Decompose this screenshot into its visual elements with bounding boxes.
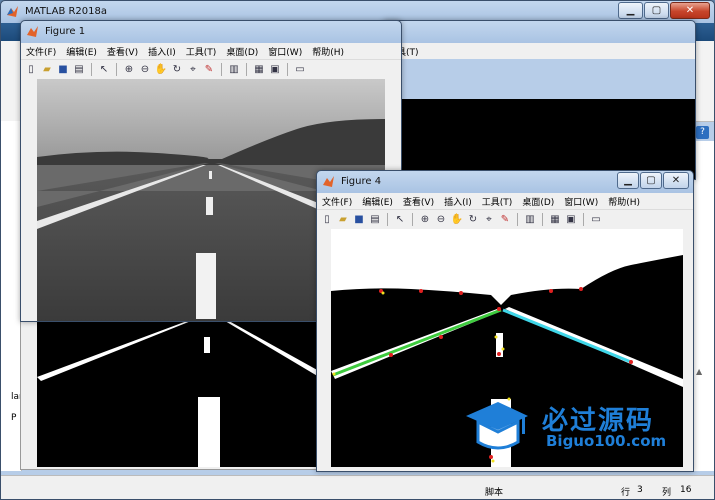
matlab-statusbar: 脚本 行 3 列 16 [1,475,714,499]
figure-window-background: 工具(T) [382,20,696,180]
figure-1-title: Figure 1 [45,26,86,37]
save-icon[interactable]: ■ [352,213,366,227]
figure-1-toolbar: ▯ ▰ ■ ▤ ↖ ⊕ ⊖ ✋ ↻ ⌖ ✎ ▥ ▦ ▣ ▭ [21,59,401,80]
new-file-icon[interactable]: ▯ [24,63,38,77]
menu-desktop[interactable]: 桌面(D) [221,45,263,58]
figure-4-minimize-button[interactable]: ▁ [617,172,639,189]
menu-file[interactable]: 文件(F) [317,195,357,208]
zoom-in-icon[interactable]: ⊕ [418,213,432,227]
zoom-out-icon[interactable]: ⊖ [138,63,152,77]
figure-4-menubar: 文件(F) 编辑(E) 查看(V) 插入(I) 工具(T) 桌面(D) 窗口(W… [317,193,693,209]
menu-window[interactable]: 窗口(W) [263,45,307,58]
status-col-label: 列 [662,488,672,498]
graduation-cap-icon [466,402,528,450]
figure-1-menubar: 文件(F) 编辑(E) 查看(V) 插入(I) 工具(T) 桌面(D) 窗口(W… [21,43,401,59]
legend-icon[interactable]: ▦ [548,213,562,227]
menu-help[interactable]: 帮助(H) [307,45,349,58]
menu-edit[interactable]: 编辑(E) [357,195,398,208]
print-icon[interactable]: ▤ [368,213,382,227]
open-icon[interactable]: ▰ [336,213,350,227]
menu-view[interactable]: 查看(V) [398,195,439,208]
brush-icon[interactable]: ✎ [202,63,216,77]
hide-plot-tools-icon[interactable]: ▣ [564,213,578,227]
data-cursor-icon[interactable]: ⌖ [482,213,496,227]
background-figure-canvas [383,99,695,179]
figure-icon [323,176,334,187]
watermark: 必过源码 Biguo100.com [464,398,684,454]
pan-icon[interactable]: ✋ [154,63,168,77]
print-icon[interactable]: ▤ [72,63,86,77]
open-icon[interactable]: ▰ [40,63,54,77]
new-file-icon[interactable]: ▯ [320,213,334,227]
save-icon[interactable]: ■ [56,63,70,77]
menu-insert[interactable]: 插入(I) [143,45,181,58]
figure-4-toolbar: ▯ ▰ ■ ▤ ↖ ⊕ ⊖ ✋ ↻ ⌖ ✎ ▥ ▦ ▣ ▭ [317,209,693,230]
close-button[interactable]: ✕ [670,2,710,19]
menu-insert[interactable]: 插入(I) [439,195,477,208]
figure-4-maximize-button[interactable]: ▢ [640,172,662,189]
sidebar-text-p: P [11,413,17,423]
data-cursor-icon[interactable]: ⌖ [186,63,200,77]
zoom-in-icon[interactable]: ⊕ [122,63,136,77]
pointer-icon[interactable]: ↖ [393,213,407,227]
menu-desktop[interactable]: 桌面(D) [517,195,559,208]
legend-icon[interactable]: ▦ [252,63,266,77]
show-plot-tools-icon[interactable]: ▭ [589,213,603,227]
status-row-value: 3 [637,485,643,495]
status-row-label: 行 [621,488,631,498]
menu-window[interactable]: 窗口(W) [559,195,603,208]
colorbar-icon[interactable]: ▥ [227,63,241,77]
matlab-title: MATLAB R2018a [25,6,108,17]
status-script-label: 脚本 [485,488,504,498]
figure-4-title: Figure 4 [341,176,382,187]
scroll-arrow-up-icon[interactable]: ▲ [696,367,706,377]
menu-tools[interactable]: 工具(T) [181,45,222,58]
figure-1-titlebar[interactable]: Figure 1 [21,21,401,43]
matlab-logo-icon [7,6,18,17]
zoom-out-icon[interactable]: ⊖ [434,213,448,227]
menu-help[interactable]: 帮助(H) [603,195,645,208]
colorbar-icon[interactable]: ▥ [523,213,537,227]
pointer-icon[interactable]: ↖ [97,63,111,77]
minimize-button[interactable]: ▁ [618,2,643,19]
menu-file[interactable]: 文件(F) [21,45,61,58]
hide-plot-tools-icon[interactable]: ▣ [268,63,282,77]
menu-view[interactable]: 查看(V) [102,45,143,58]
figure-4-close-button[interactable]: ✕ [663,172,689,189]
binary-road-figure [20,318,318,470]
status-col-value: 16 [680,485,692,495]
binary-road-image [37,321,317,467]
menu-edit[interactable]: 编辑(E) [61,45,102,58]
maximize-button[interactable]: ▢ [644,2,669,19]
figure-icon [27,26,38,37]
matlab-help-icon[interactable]: ? [696,126,709,139]
show-plot-tools-icon[interactable]: ▭ [293,63,307,77]
figure-4-titlebar[interactable]: Figure 4 ▁ ▢ ✕ [317,171,693,193]
brush-icon[interactable]: ✎ [498,213,512,227]
rotate-icon[interactable]: ↻ [466,213,480,227]
watermark-en: Biguo100.com [546,432,667,450]
menu-tools[interactable]: 工具(T) [477,195,518,208]
rotate-icon[interactable]: ↻ [170,63,184,77]
command-window-area[interactable] [693,141,714,471]
pan-icon[interactable]: ✋ [450,213,464,227]
